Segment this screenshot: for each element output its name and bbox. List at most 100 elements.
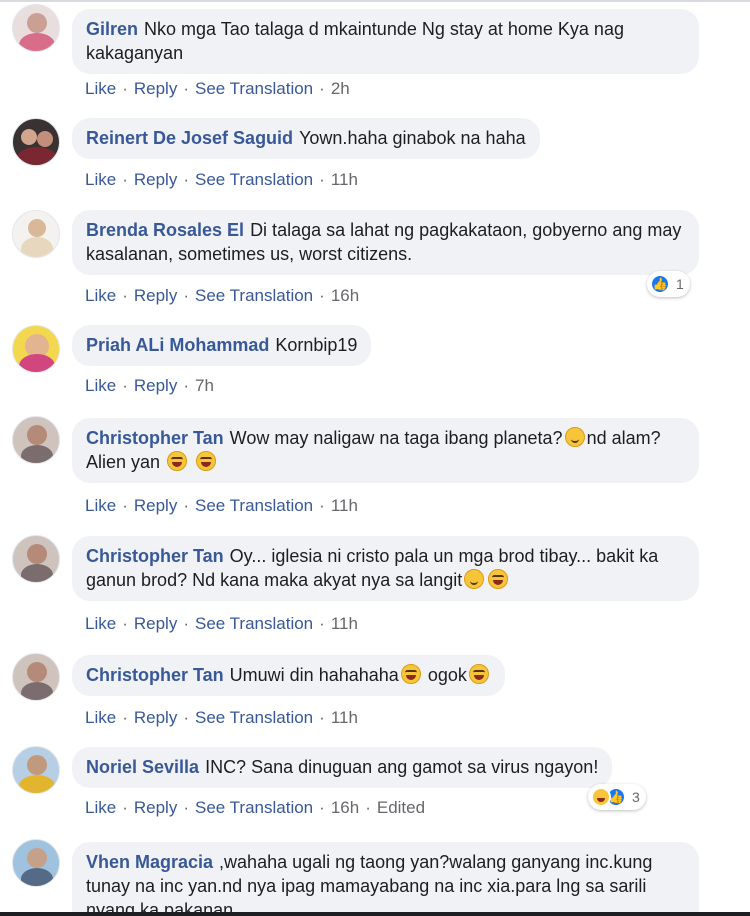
laugh-emoji-icon <box>167 451 188 471</box>
avatar[interactable] <box>12 325 60 373</box>
reaction-summary[interactable]: 👍 1 <box>647 271 690 297</box>
comment-actions: Like · Reply · See Translation · 2h <box>85 79 350 99</box>
comment-timestamp[interactable]: 7h <box>195 376 214 395</box>
separator: · <box>122 376 128 395</box>
separator: · <box>319 798 325 817</box>
avatar[interactable] <box>12 653 60 701</box>
comment-timestamp[interactable]: 11h <box>331 496 358 515</box>
like-link[interactable]: Like <box>85 798 116 817</box>
avatar[interactable] <box>12 535 60 583</box>
bottom-edge <box>0 912 750 916</box>
separator: · <box>365 798 371 817</box>
comment-actions: Like · Reply · See Translation · 16h · Edited <box>85 798 425 818</box>
see-translation-link[interactable]: See Translation <box>195 79 313 98</box>
reply-link[interactable]: Reply <box>134 614 177 633</box>
laugh-emoji-icon <box>196 451 217 471</box>
comment-author[interactable]: Christopher Tan <box>86 428 224 448</box>
comment-bubble: Christopher Tan Wow may naligaw na taga i… <box>72 418 699 483</box>
comment-text: Wow may naligaw na taga ibang planeta? <box>229 428 563 448</box>
comment-text: Kornbip19 <box>275 335 358 355</box>
comment-actions: Like · Reply · See Translation · 11h <box>85 614 358 634</box>
comment-author[interactable]: Christopher Tan <box>86 546 224 566</box>
comment-author[interactable]: Priah ALi Mohammad <box>86 335 269 355</box>
comment-text: INC? Sana dinuguan ang gamot sa virus ng… <box>205 757 599 777</box>
like-link[interactable]: Like <box>85 170 116 189</box>
comment-timestamp[interactable]: 16h <box>331 798 359 817</box>
separator: · <box>183 170 189 189</box>
reply-link[interactable]: Reply <box>134 170 177 189</box>
comment-timestamp[interactable]: 11h <box>331 708 358 727</box>
see-translation-link[interactable]: See Translation <box>195 614 313 633</box>
see-translation-link[interactable]: See Translation <box>195 496 313 515</box>
reply-link[interactable]: Reply <box>134 376 177 395</box>
separator: · <box>183 79 189 98</box>
separator: · <box>122 79 128 98</box>
separator: · <box>122 496 128 515</box>
separator: · <box>319 614 325 633</box>
comment-bubble: Brenda Rosales El Di talaga sa lahat ng p… <box>72 210 699 275</box>
reply-link[interactable]: Reply <box>134 798 177 817</box>
comment-timestamp[interactable]: 11h <box>331 614 358 633</box>
comment-author[interactable]: Gilren <box>86 19 138 39</box>
avatar[interactable] <box>12 118 60 166</box>
laugh-emoji-icon <box>400 664 421 684</box>
separator: · <box>122 708 128 727</box>
laugh-emoji-icon <box>488 569 509 589</box>
edited-label[interactable]: Edited <box>377 798 425 817</box>
like-link[interactable]: Like <box>85 286 116 305</box>
reply-link[interactable]: Reply <box>134 79 177 98</box>
see-translation-link[interactable]: See Translation <box>195 170 313 189</box>
separator: · <box>319 708 325 727</box>
see-translation-link[interactable]: See Translation <box>195 286 313 305</box>
comment-author[interactable]: Brenda Rosales El <box>86 220 244 240</box>
separator: · <box>183 286 189 305</box>
avatar[interactable] <box>12 416 60 464</box>
avatar[interactable] <box>12 746 60 794</box>
comment-text: ogok <box>427 665 467 685</box>
comment-author[interactable]: Noriel Sevilla <box>86 757 199 777</box>
like-link[interactable]: Like <box>85 496 116 515</box>
separator: · <box>183 496 189 515</box>
comment-bubble: Gilren Nko mga Tao talaga d mkaintunde Ng… <box>72 9 699 74</box>
like-reaction-icon: 👍 <box>650 274 670 294</box>
comment-bubble: Priah ALi Mohammad Kornbip19 <box>72 325 372 366</box>
avatar[interactable] <box>12 839 60 887</box>
comment-timestamp[interactable]: 16h <box>331 286 359 305</box>
reply-link[interactable]: Reply <box>134 286 177 305</box>
reply-link[interactable]: Reply <box>134 708 177 727</box>
separator: · <box>319 79 325 98</box>
comment-timestamp[interactable]: 2h <box>331 79 350 98</box>
comment-bubble: Noriel Sevilla INC? Sana dinuguan ang gam… <box>72 747 613 788</box>
separator: · <box>183 614 189 633</box>
avatar[interactable] <box>12 4 60 52</box>
comment-bubble: Christopher Tan Umuwi din hahahaha ogok <box>72 655 505 696</box>
reaction-summary[interactable]: 👍 3 <box>588 784 646 810</box>
comment-author[interactable]: Reinert De Josef Saguid <box>86 128 293 148</box>
separator: · <box>183 376 189 395</box>
top-divider <box>0 0 750 2</box>
reply-link[interactable]: Reply <box>134 496 177 515</box>
comment-text: Nko mga Tao talaga d mkaintunde Ng stay … <box>86 19 624 63</box>
separator: · <box>319 286 325 305</box>
see-translation-link[interactable]: See Translation <box>195 708 313 727</box>
reaction-count: 3 <box>632 789 640 805</box>
like-link[interactable]: Like <box>85 376 116 395</box>
separator: · <box>122 614 128 633</box>
comment-timestamp[interactable]: 11h <box>331 170 358 189</box>
like-link[interactable]: Like <box>85 79 116 98</box>
laugh-emoji-icon <box>468 664 489 684</box>
like-link[interactable]: Like <box>85 614 116 633</box>
avatar[interactable] <box>12 210 60 258</box>
separator: · <box>183 798 189 817</box>
like-link[interactable]: Like <box>85 708 116 727</box>
see-translation-link[interactable]: See Translation <box>195 798 313 817</box>
comment-text: Umuwi din hahahaha <box>229 665 399 685</box>
smile-emoji-icon <box>564 427 585 447</box>
comment-actions: Like · Reply · 7h <box>85 376 214 396</box>
comment-author[interactable]: Vhen Magracia <box>86 852 213 872</box>
comment-bubble: Christopher Tan Oy... iglesia ni cristo p… <box>72 536 699 601</box>
comment-author[interactable]: Christopher Tan <box>86 665 224 685</box>
separator: · <box>319 496 325 515</box>
comment-actions: Like · Reply · See Translation · 11h <box>85 170 358 190</box>
separator: · <box>183 708 189 727</box>
